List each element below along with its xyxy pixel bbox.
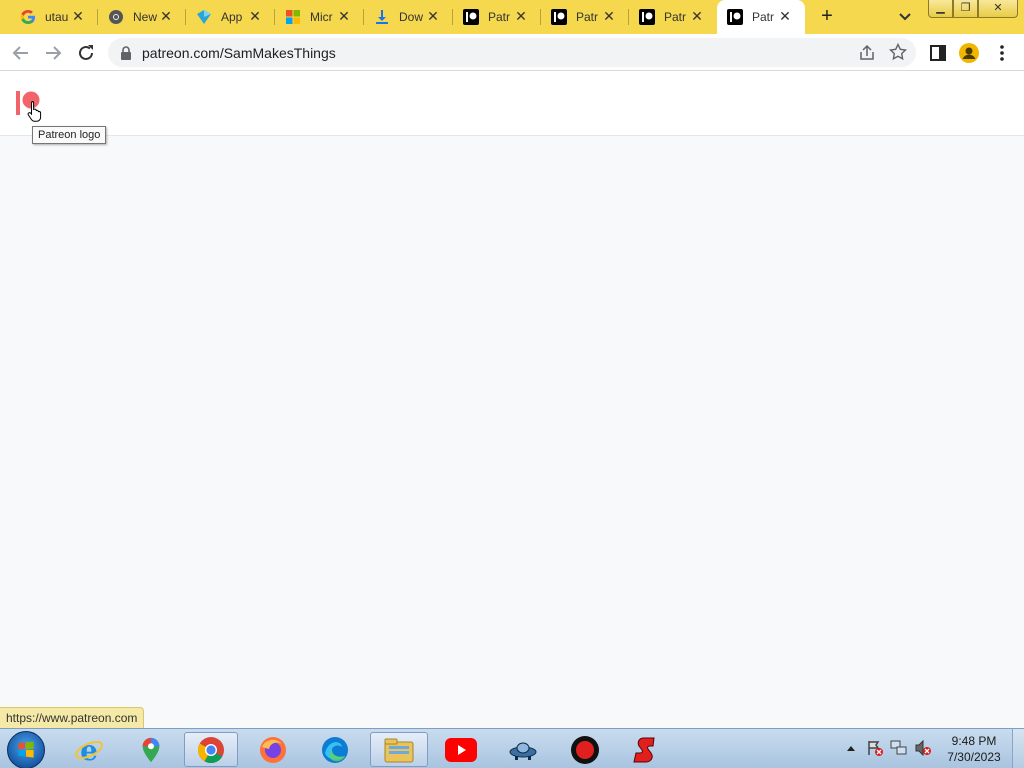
close-tab-icon[interactable]: ✕ [425,8,441,24]
edge-icon [322,736,348,763]
window-close-button[interactable]: ✕ [978,0,1018,18]
window-controls: ▁ ❐ ✕ [928,0,1018,18]
browser-toolbar: patreon.com/SamMakesThings [0,34,1024,71]
forward-arrow-icon[interactable] [42,42,64,64]
browser-tab-active[interactable]: Patr ✕ [717,0,805,34]
google-icon [20,10,35,24]
close-tab-icon[interactable]: ✕ [601,8,617,24]
patreon-icon [727,9,743,25]
taskbar-s-app[interactable] [620,732,674,767]
share-icon[interactable] [858,44,876,62]
back-arrow-icon[interactable] [10,42,32,64]
file-explorer-icon [384,738,414,762]
close-tab-icon[interactable]: ✕ [247,8,263,24]
new-tab-button[interactable]: + [816,6,838,28]
browser-tab[interactable]: Patr ✕ [629,0,717,34]
taskbar-chrome[interactable] [184,732,238,767]
close-tab-icon[interactable]: ✕ [689,8,705,24]
start-button[interactable] [7,731,45,768]
windows-logo-icon [18,741,34,758]
side-panel-icon[interactable] [928,43,948,63]
profile-avatar-icon[interactable] [959,43,979,63]
browser-tab[interactable]: Dow ✕ [364,0,453,34]
patreon-icon [639,9,655,25]
close-tab-icon[interactable]: ✕ [777,8,793,24]
lock-icon[interactable] [120,46,132,60]
browser-tab[interactable]: Patr ✕ [541,0,629,34]
browser-tab[interactable]: utau ✕ [10,0,98,34]
volume-muted-icon[interactable] [914,739,932,757]
chrome-icon [109,10,123,24]
restore-button[interactable]: ❐ [953,0,978,18]
browser-tab[interactable]: Micr ✕ [275,0,364,34]
clock-time: 9:48 PM [951,734,997,748]
bookmark-star-icon[interactable] [889,43,907,61]
firefox-icon [260,736,286,763]
taskbar-recorder[interactable] [558,732,612,767]
tab-title: App [221,10,243,24]
app-icon [197,10,211,24]
patreon-icon [463,9,479,25]
show-desktop-button[interactable] [1012,729,1024,768]
google-maps-icon [142,737,160,762]
download-icon [376,10,388,24]
taskbar-edge[interactable] [308,732,362,767]
hand-cursor-icon [27,101,42,122]
windows-taskbar: e 9:48 PM 7/30/2023 [0,728,1024,768]
reload-icon[interactable] [75,42,97,64]
chrome-icon [197,736,224,763]
close-tab-icon[interactable]: ✕ [158,8,174,24]
patreon-icon [551,9,567,25]
taskbar-youtube[interactable] [434,732,488,767]
page-header [0,71,1024,136]
address-bar[interactable]: patreon.com/SamMakesThings [108,38,916,67]
tab-title: Patr [576,10,599,24]
address-url[interactable]: patreon.com/SamMakesThings [142,45,336,61]
show-hidden-icons-icon[interactable] [846,744,856,752]
close-tab-icon[interactable]: ✕ [513,8,529,24]
taskbar-file-explorer[interactable] [370,732,428,767]
browser-tab[interactable]: Patr ✕ [453,0,541,34]
tab-search-chevron-icon[interactable] [896,9,914,25]
taskbar-ufo-app[interactable] [496,732,550,767]
youtube-icon [445,737,477,762]
tab-title: utau [45,10,69,24]
browser-tab[interactable]: New ✕ [98,0,186,34]
tab-title: Patr [752,10,775,24]
tab-title: Dow [399,10,424,24]
taskbar-google-maps[interactable] [124,732,178,767]
logo-tooltip: Patreon logo [32,126,107,144]
tab-title: Patr [664,10,687,24]
ufo-app-icon [509,742,537,760]
action-center-flag-icon[interactable] [866,739,884,757]
microsoft-icon [286,10,300,24]
tab-strip: utau ✕ New ✕ App ✕ Micr ✕ Dow ✕ Patr ✕ P… [0,0,1024,34]
browser-menu-icon[interactable] [992,43,1012,63]
minimize-button[interactable]: ▁ [928,0,953,18]
system-tray [842,737,942,761]
close-tab-icon[interactable]: ✕ [336,8,352,24]
svg-text:e: e [80,735,98,765]
link-status-bar: https://www.patreon.com [0,707,145,728]
taskbar-firefox[interactable] [246,732,300,767]
tab-title: Patr [488,10,511,24]
clock-date: 7/30/2023 [947,750,1001,764]
internet-explorer-icon: e [75,735,103,765]
network-icon[interactable] [890,739,908,757]
taskbar-clock[interactable]: 9:48 PM 7/30/2023 [944,733,1004,765]
tab-title: Micr [310,10,333,24]
browser-tab[interactable]: App ✕ [186,0,275,34]
tab-title: New [133,10,158,24]
s-app-icon [633,737,655,762]
record-icon [571,735,599,764]
close-tab-icon[interactable]: ✕ [70,8,86,24]
taskbar-internet-explorer[interactable]: e [62,732,116,767]
